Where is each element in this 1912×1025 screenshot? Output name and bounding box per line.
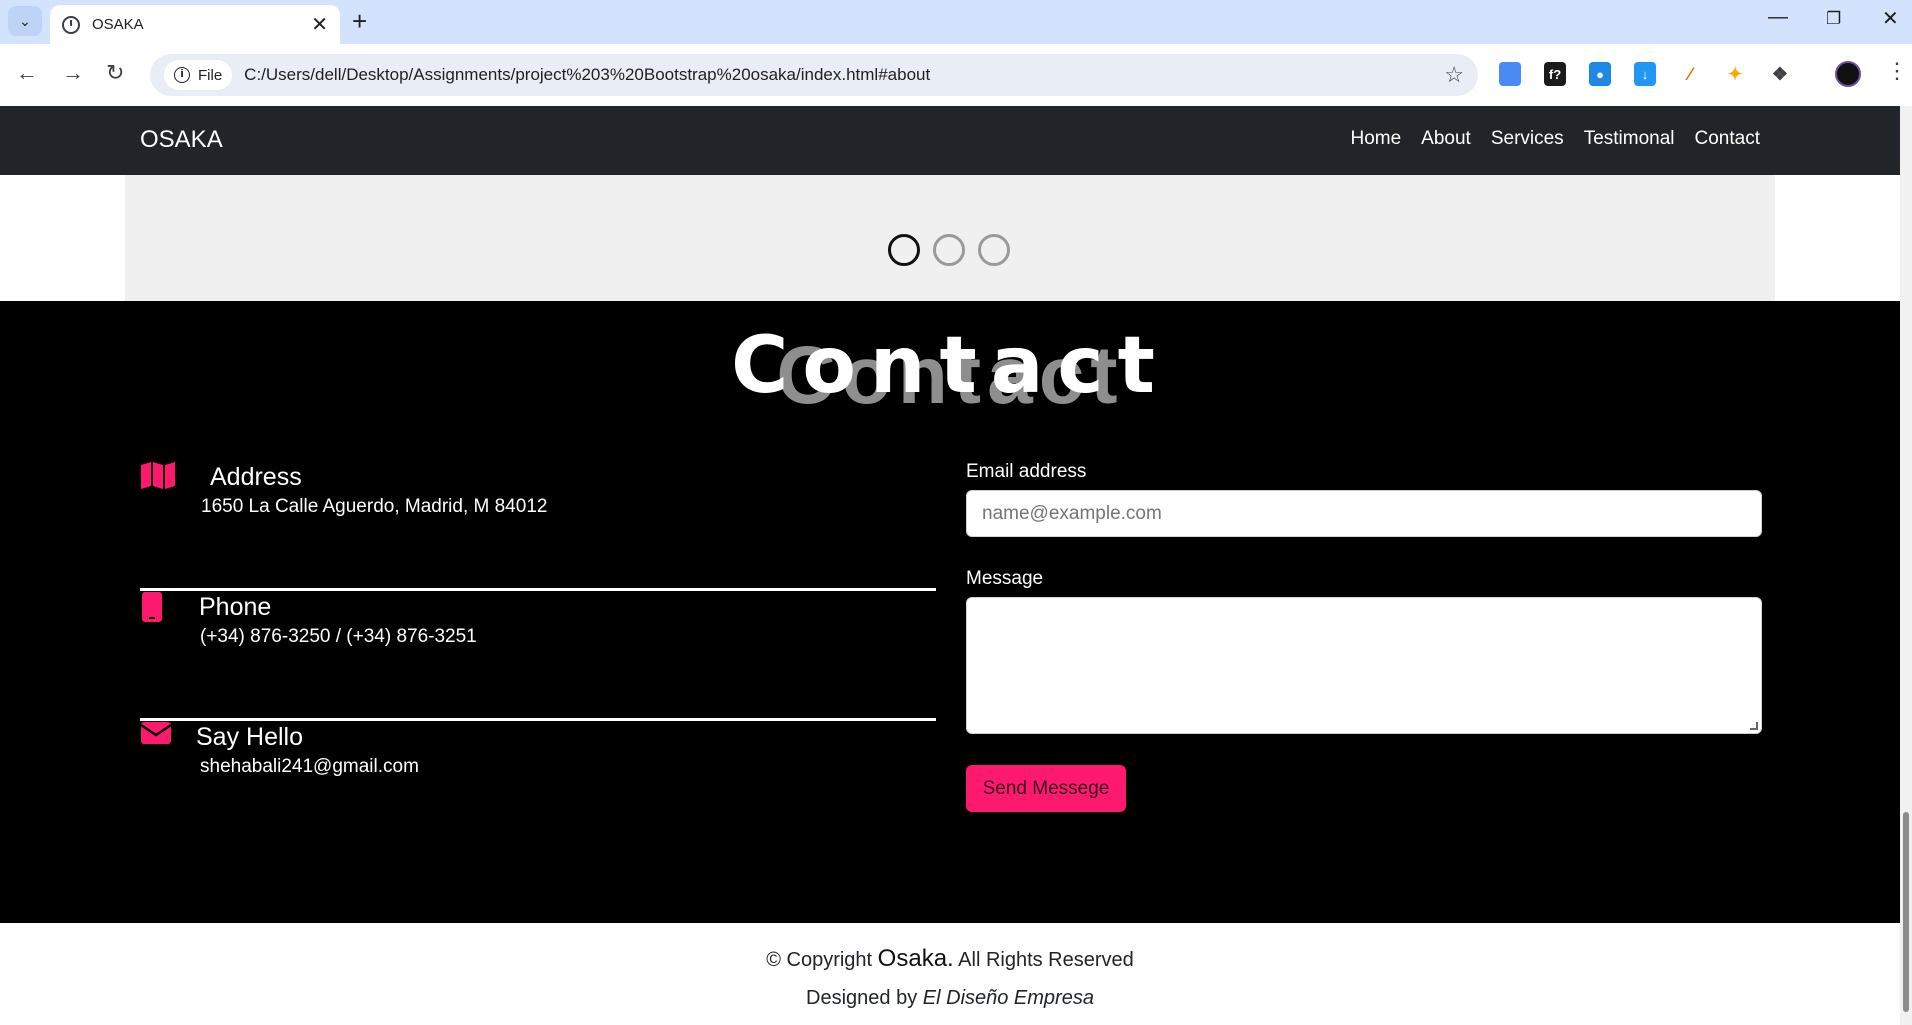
nav-link-testimonal[interactable]: Testimonal: [1584, 128, 1675, 150]
carousel-indicator-1[interactable]: [888, 234, 920, 266]
copyright-text: © Copyright Osaka. All Rights Reserved: [0, 945, 1900, 973]
tab-title: OSAKA: [92, 16, 144, 33]
site-navbar: OSAKA Home About Services Testimonal Con…: [0, 106, 1900, 175]
extension-download-icon[interactable]: ↓: [1634, 62, 1656, 86]
scrollbar-thumb[interactable]: [1903, 812, 1909, 1012]
footer-brand: Osaka.: [877, 945, 954, 972]
extension-wand-icon[interactable]: ✦: [1724, 62, 1746, 86]
site-footer: © Copyright Osaka. All Rights Reserved D…: [0, 923, 1900, 1025]
url-text[interactable]: C:/Users/dell/Desktop/Assignments/projec…: [244, 65, 1444, 85]
close-window-icon[interactable]: ✕: [1882, 6, 1899, 31]
reload-icon[interactable]: ↻: [106, 60, 124, 86]
contact-address: Address 1650 La Calle Aguerdo, Madrid, M…: [140, 461, 936, 541]
send-message-button[interactable]: Send Messege: [966, 765, 1126, 812]
address-text: 1650 La Calle Aguerdo, Madrid, M 84012: [201, 496, 548, 517]
email-label: Email address: [966, 461, 1087, 482]
extension-doc-icon[interactable]: [1499, 62, 1521, 86]
tab-search-button[interactable]: ⌄: [8, 6, 42, 36]
address-bar[interactable]: i File C:/Users/dell/Desktop/Assignments…: [150, 54, 1478, 96]
extension-brush-icon[interactable]: ∕: [1679, 62, 1701, 86]
minimize-icon[interactable]: —: [1768, 6, 1788, 29]
navbar-links: Home About Services Testimonal Contact: [1350, 128, 1760, 150]
copyright-prefix: © Copyright: [766, 949, 878, 971]
phone-icon: [140, 591, 164, 628]
browser-toolbar: ← → ↻ i File C:/Users/dell/Desktop/Assig…: [0, 44, 1912, 106]
email-field[interactable]: [966, 490, 1762, 537]
page-favicon-icon: [62, 15, 80, 34]
contact-section: Contact Contact Address 1650 La Calle Ag…: [0, 301, 1900, 923]
new-tab-icon[interactable]: +: [352, 6, 367, 37]
designed-prefix: Designed by: [806, 987, 923, 1009]
nav-link-contact[interactable]: Contact: [1695, 128, 1760, 150]
contact-heading-title: Contact: [731, 321, 1169, 411]
carousel-indicator-2[interactable]: [933, 234, 965, 266]
address-title: Address: [210, 463, 302, 491]
contact-email: Say Hello shehabali241@gmail.com: [140, 721, 936, 801]
extension-font-icon[interactable]: f?: [1544, 62, 1566, 86]
designed-by-text: Designed by El Diseño Empresa: [0, 987, 1900, 1010]
resize-handle-icon[interactable]: [1750, 722, 1758, 730]
bookmark-star-icon[interactable]: ☆: [1444, 62, 1464, 88]
map-icon: [140, 461, 176, 494]
back-icon[interactable]: ←: [16, 60, 38, 86]
restore-icon[interactable]: ❐: [1826, 9, 1841, 29]
nav-link-home[interactable]: Home: [1350, 128, 1401, 150]
browser-tab[interactable]: OSAKA ✕: [50, 5, 340, 44]
extensions-puzzle-icon[interactable]: ❖: [1769, 62, 1791, 86]
carousel-indicator-3[interactable]: [978, 234, 1010, 266]
email-text: shehabali241@gmail.com: [200, 756, 419, 777]
nav-link-services[interactable]: Services: [1491, 128, 1564, 150]
designer-name[interactable]: El Diseño Empresa: [923, 987, 1094, 1009]
site-chip-label: File: [198, 66, 223, 84]
extension-drop-icon[interactable]: ●: [1589, 62, 1611, 86]
profile-avatar[interactable]: [1835, 61, 1861, 87]
copyright-suffix: All Rights Reserved: [953, 949, 1134, 971]
say-hello-title: Say Hello: [196, 723, 303, 751]
message-textarea[interactable]: [966, 597, 1762, 734]
phone-title: Phone: [199, 593, 272, 621]
info-icon: i: [174, 67, 190, 83]
browser-menu-icon[interactable]: ⋮: [1886, 58, 1908, 84]
phone-text: (+34) 876-3250 / (+34) 876-3251: [200, 626, 477, 647]
contact-phone: Phone (+34) 876-3250 / (+34) 876-3251: [140, 591, 936, 671]
page-viewport: OSAKA Home About Services Testimonal Con…: [0, 106, 1900, 1025]
navbar-brand[interactable]: OSAKA: [140, 126, 223, 154]
nav-link-about[interactable]: About: [1421, 128, 1471, 150]
page-scrollbar[interactable]: [1900, 106, 1912, 1025]
site-info-chip[interactable]: i File: [164, 60, 233, 90]
contact-heading: Contact Contact: [0, 321, 1900, 441]
envelope-icon: [140, 721, 172, 750]
close-tab-icon[interactable]: ✕: [311, 12, 328, 37]
message-label: Message: [966, 568, 1044, 589]
forward-icon[interactable]: →: [62, 60, 84, 86]
chevron-down-icon: ⌄: [19, 12, 31, 29]
browser-tab-strip: ⌄ OSAKA ✕ + — ❐ ✕: [0, 0, 1912, 44]
